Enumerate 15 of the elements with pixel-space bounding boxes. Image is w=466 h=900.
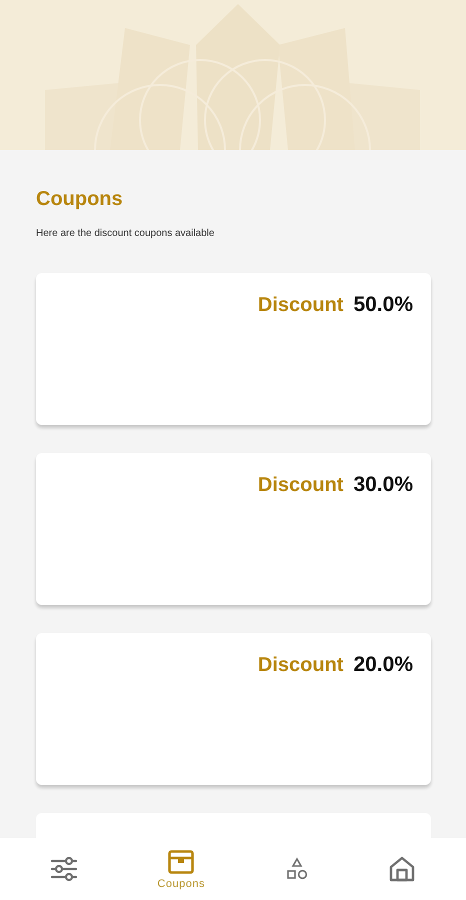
shapes-icon [284, 857, 309, 881]
page-title: Coupons [36, 188, 124, 211]
page-subtitle: Here are the discount coupons available [36, 228, 216, 239]
discount-value: 20.0% [353, 653, 413, 677]
coupon-card[interactable]: Discount 30.0% [36, 453, 431, 605]
coupon-card[interactable]: Discount 20.0% [36, 633, 431, 785]
box-icon [167, 848, 196, 874]
discount-value: 50.0% [353, 293, 413, 317]
discount-value: 30.0% [353, 473, 413, 497]
sliders-icon [50, 856, 78, 882]
discount-label: Discount [258, 474, 344, 497]
discount-label: Discount [258, 654, 344, 677]
coupon-card[interactable]: Discount 50.0% [36, 273, 431, 425]
home-icon [388, 855, 416, 883]
discount-label: Discount [258, 294, 344, 317]
